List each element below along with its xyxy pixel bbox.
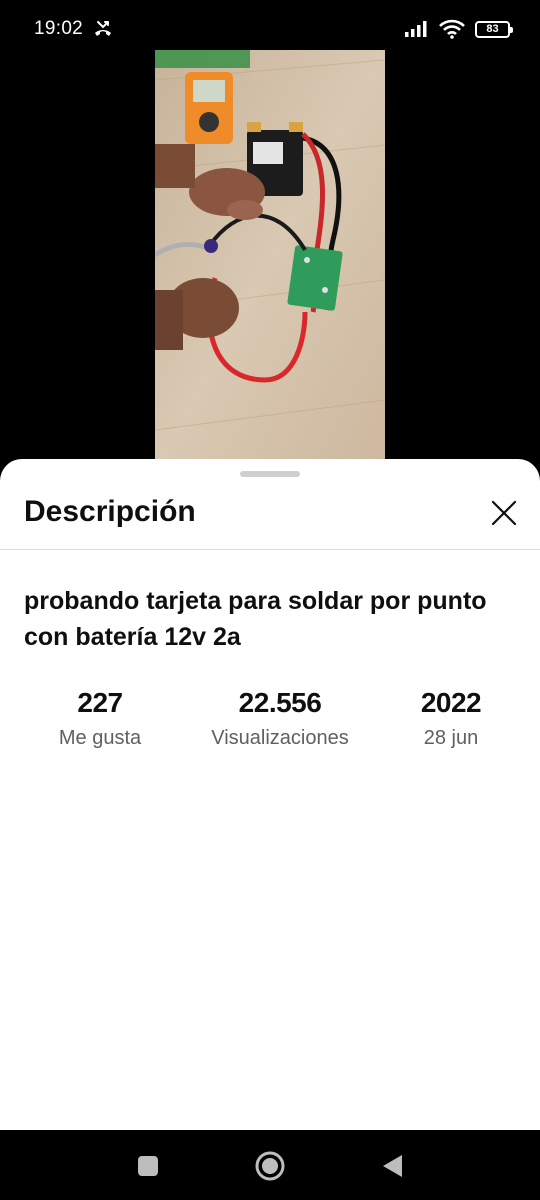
views-stat: 22.556 Visualizaciones bbox=[195, 685, 365, 753]
back-triangle-icon bbox=[383, 1155, 402, 1177]
status-icons: 83 bbox=[405, 17, 513, 41]
video-title: probando tarjeta para soldar por punto c… bbox=[24, 587, 487, 651]
sheet-title: Descripción bbox=[24, 495, 196, 528]
video-frame-image bbox=[155, 50, 385, 470]
status-time: 19:02 bbox=[34, 18, 84, 39]
video-player[interactable] bbox=[0, 50, 540, 470]
missed-call-icon bbox=[95, 21, 111, 36]
close-button[interactable] bbox=[484, 493, 524, 533]
publish-date: 28 jun bbox=[423, 727, 479, 749]
navigation-bar bbox=[0, 1130, 540, 1200]
signal-icon bbox=[405, 21, 427, 37]
home-button[interactable] bbox=[254, 1150, 286, 1182]
circle-icon bbox=[255, 1151, 285, 1181]
video-stats: 227 Me gusta 22.556 Visualizaciones 2022… bbox=[0, 685, 540, 755]
recents-button[interactable] bbox=[132, 1150, 164, 1182]
battery-level: 83 bbox=[486, 22, 499, 35]
divider bbox=[0, 549, 540, 550]
close-icon bbox=[491, 500, 517, 526]
battery-icon: 83 bbox=[475, 20, 513, 38]
date-stat: 2022 28 jun bbox=[396, 685, 506, 753]
publish-year: 2022 bbox=[420, 687, 482, 718]
video-thumbnail[interactable] bbox=[155, 50, 385, 470]
views-count: 22.556 bbox=[238, 687, 322, 718]
square-icon bbox=[138, 1156, 158, 1176]
likes-count: 227 bbox=[77, 687, 123, 718]
drag-handle[interactable] bbox=[240, 471, 300, 477]
description-sheet: Descripción probando tarjeta para soldar… bbox=[0, 459, 540, 1130]
views-label: Visualizaciones bbox=[211, 727, 349, 749]
likes-stat: 227 Me gusta bbox=[40, 685, 160, 753]
likes-label: Me gusta bbox=[58, 727, 142, 749]
wifi-icon bbox=[439, 19, 465, 39]
back-button[interactable] bbox=[376, 1150, 408, 1182]
